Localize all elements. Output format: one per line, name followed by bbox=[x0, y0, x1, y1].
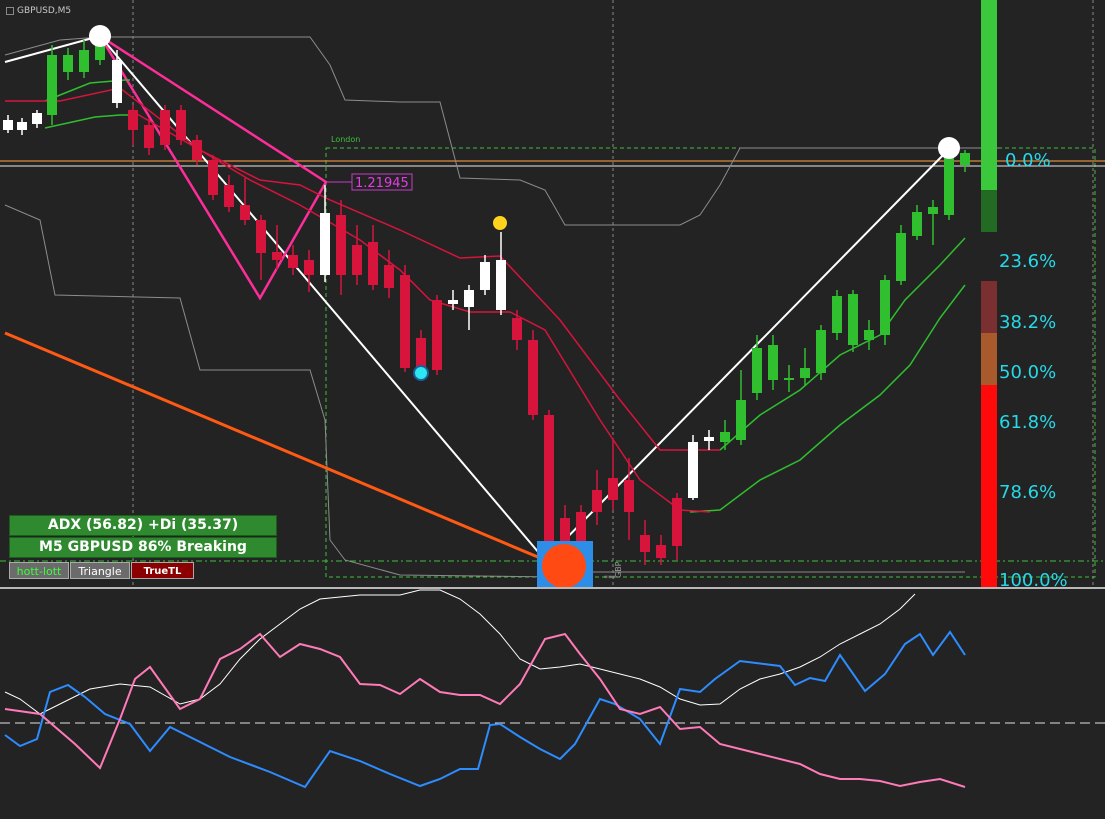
candle-body bbox=[208, 160, 218, 195]
candle-body bbox=[752, 348, 762, 393]
candle-body bbox=[112, 60, 122, 103]
fib-bar-brown bbox=[981, 281, 997, 333]
candle-body bbox=[880, 280, 890, 335]
candle-body bbox=[496, 260, 506, 310]
green-ma-lower bbox=[44, 114, 130, 129]
candle-body bbox=[95, 45, 105, 60]
candle-body bbox=[672, 498, 682, 546]
candle-body bbox=[304, 260, 314, 275]
candle-body bbox=[960, 153, 970, 165]
candle-body bbox=[656, 545, 666, 558]
candle-body bbox=[448, 300, 458, 304]
candle-body bbox=[832, 296, 842, 333]
candle-body bbox=[608, 478, 618, 500]
green-ma-rising-2 bbox=[689, 284, 966, 513]
candle-body bbox=[384, 265, 394, 288]
candle-body bbox=[704, 437, 714, 441]
signal-dot-cyan bbox=[413, 365, 429, 381]
candle-body bbox=[240, 205, 250, 220]
fib-bar-red bbox=[981, 385, 997, 587]
candle-body bbox=[272, 252, 282, 260]
candle-body bbox=[160, 110, 170, 145]
zigzag-high-marker bbox=[938, 137, 960, 159]
fib-level-0: 0.0% bbox=[1005, 150, 1051, 171]
candle-body bbox=[288, 255, 298, 268]
zigzag-high-marker bbox=[89, 25, 111, 47]
candle-body bbox=[944, 154, 954, 215]
hott-lott-button[interactable]: hott-lott bbox=[9, 562, 69, 579]
candle-body bbox=[176, 110, 186, 140]
candle-body bbox=[17, 122, 27, 130]
fib-bar-orange bbox=[981, 333, 997, 385]
candlestick-series bbox=[3, 35, 970, 587]
trading-chart-window: London 1.21945 *** GBP GBPUSD,M5 0.0% 23… bbox=[0, 0, 1105, 819]
fib-level-23-6: 23.6% bbox=[999, 251, 1057, 272]
event-marker: GBP bbox=[614, 561, 623, 578]
candle-body bbox=[416, 338, 426, 368]
candle-body bbox=[3, 120, 13, 130]
fib-level-78-6: 78.6% bbox=[999, 482, 1057, 503]
candle-body bbox=[47, 55, 57, 115]
signal-dot-yellow bbox=[493, 216, 507, 230]
candle-body bbox=[768, 345, 778, 380]
price-chart-canvas[interactable]: London 1.21945 *** GBP bbox=[0, 0, 1105, 587]
fib-bar-bull-dark bbox=[981, 190, 997, 232]
candle-body bbox=[640, 535, 650, 552]
triangle-button[interactable]: Triangle bbox=[70, 562, 130, 579]
candle-body bbox=[368, 242, 378, 285]
indicator-pane[interactable] bbox=[0, 589, 1105, 819]
envelope-upper bbox=[4, 36, 1000, 226]
minus-di-line bbox=[4, 632, 966, 788]
candle-body bbox=[736, 400, 746, 440]
candle-body bbox=[528, 340, 538, 415]
session-label: London bbox=[331, 135, 360, 144]
candle-body bbox=[320, 213, 330, 275]
truetl-button[interactable]: TrueTL bbox=[131, 562, 194, 579]
fib-level-50: 50.0% bbox=[999, 362, 1057, 383]
candle-body bbox=[848, 294, 858, 345]
candle-body bbox=[512, 318, 522, 340]
adx-indicator-canvas[interactable] bbox=[0, 589, 1105, 819]
candle-body bbox=[592, 490, 602, 512]
candle-body bbox=[32, 113, 42, 124]
candle-body bbox=[464, 290, 474, 307]
symbol-icon bbox=[6, 6, 14, 15]
candle-body bbox=[480, 262, 490, 290]
candle-body bbox=[896, 233, 906, 281]
candle-body bbox=[63, 55, 73, 72]
candle-body bbox=[144, 125, 154, 148]
fib-level-38-2: 38.2% bbox=[999, 312, 1057, 333]
fib-level-61-8: 61.8% bbox=[999, 412, 1057, 433]
candle-body bbox=[720, 432, 730, 442]
candle-body bbox=[400, 275, 410, 368]
fib-bar-bull bbox=[981, 0, 997, 190]
candle-body bbox=[864, 330, 874, 340]
candle-body bbox=[256, 220, 266, 253]
price-chart-pane[interactable]: London 1.21945 *** GBP GBPUSD,M5 0.0% 23… bbox=[0, 0, 1105, 591]
adx-readout: ADX (56.82) +Di (35.37) bbox=[9, 515, 277, 536]
candle-body bbox=[352, 245, 362, 275]
breaking-readout: M5 GBPUSD 86% Breaking bbox=[9, 537, 277, 558]
candle-body bbox=[928, 207, 938, 214]
candle-body bbox=[784, 378, 794, 380]
candle-body bbox=[192, 140, 202, 160]
candle-body bbox=[336, 215, 346, 275]
candle-body bbox=[432, 300, 442, 370]
breakout-marker bbox=[542, 544, 586, 587]
chart-title: GBPUSD,M5 bbox=[6, 6, 71, 16]
plus-di-line bbox=[4, 630, 966, 789]
candle-body bbox=[688, 442, 698, 498]
candle-body bbox=[800, 368, 810, 378]
candle-body bbox=[224, 185, 234, 207]
crimson-ma-1 bbox=[5, 87, 720, 451]
price-tag-label: 1.21945 bbox=[355, 176, 409, 191]
candle-body bbox=[128, 110, 138, 130]
candle-body bbox=[79, 50, 89, 72]
candle-body bbox=[624, 480, 634, 512]
candle-body bbox=[816, 330, 826, 373]
candle-body bbox=[912, 212, 922, 236]
